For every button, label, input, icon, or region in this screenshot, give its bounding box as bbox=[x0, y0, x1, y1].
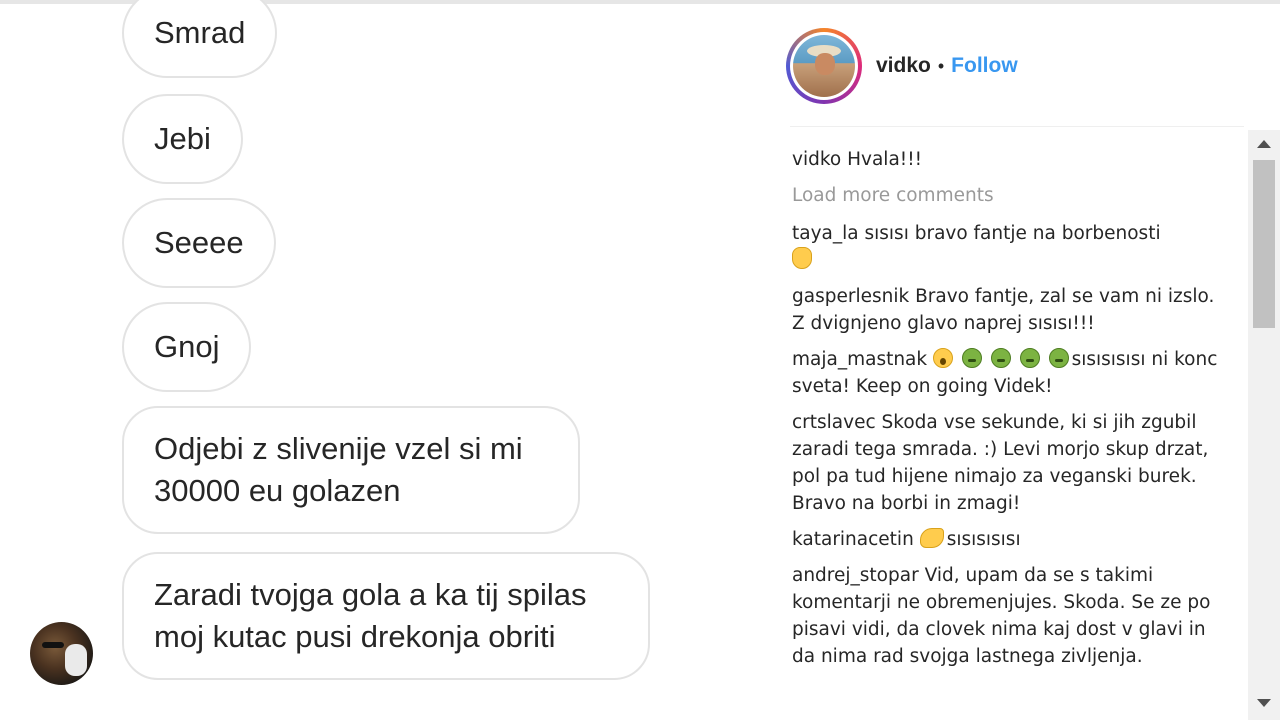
comment-text: sısısısısı bbox=[946, 529, 1021, 550]
comment-username[interactable]: andrej_stopar bbox=[792, 565, 919, 586]
post-panel: vidko • Follow vidko Hvala!!! Load more … bbox=[770, 0, 1280, 720]
nauseated-face-icon bbox=[961, 348, 982, 368]
comment-username[interactable]: katarinacetin bbox=[792, 529, 914, 550]
message-text: Smrad bbox=[154, 15, 246, 50]
message-bubble: Seeee bbox=[122, 198, 276, 288]
message-text: Odjebi z slivenije vzel si mi 30000 eu g… bbox=[154, 431, 523, 508]
scroll-up-arrow-icon[interactable] bbox=[1257, 140, 1271, 148]
comment-text: sısısı bravo fantje na borbenosti bbox=[864, 223, 1161, 244]
comment-item: gasperlesnik Bravo fantje, zal se vam ni… bbox=[792, 283, 1232, 337]
header-divider bbox=[790, 126, 1244, 127]
post-header: vidko • Follow bbox=[786, 28, 1018, 104]
comment-text: Hvala!!! bbox=[847, 149, 923, 170]
comment-item: katarinacetin sısısısısı bbox=[792, 526, 1232, 553]
message-text: Zaradi tvojga gola a ka tij spilas moj k… bbox=[154, 577, 587, 654]
comment-item: maja_mastnak sısısısısı ni konc sveta! K… bbox=[792, 346, 1232, 400]
message-bubble: Zaradi tvojga gola a ka tij spilas moj k… bbox=[122, 552, 650, 680]
comment-item: taya_la sısısı bravo fantje na borbenost… bbox=[792, 220, 1232, 274]
scroll-down-arrow-icon[interactable] bbox=[1257, 699, 1271, 707]
sender-avatar[interactable] bbox=[30, 622, 93, 685]
avatar-glasses bbox=[42, 642, 64, 648]
comments-scrollbar[interactable] bbox=[1248, 130, 1280, 720]
astonished-face-icon bbox=[933, 348, 954, 368]
nauseated-face-icon bbox=[990, 348, 1011, 368]
scroll-thumb[interactable] bbox=[1253, 160, 1275, 328]
comment-username[interactable]: maja_mastnak bbox=[792, 349, 927, 370]
clapping-hands-icon bbox=[792, 247, 812, 269]
comment-username[interactable]: vidko bbox=[792, 149, 841, 170]
follow-button[interactable]: Follow bbox=[951, 54, 1018, 78]
post-username[interactable]: vidko bbox=[876, 54, 931, 78]
profile-avatar[interactable] bbox=[786, 28, 862, 104]
comment-username[interactable]: gasperlesnik bbox=[792, 286, 909, 307]
avatar-shirt bbox=[65, 644, 87, 676]
comment-username[interactable]: crtslavec bbox=[792, 412, 876, 433]
comment-list: vidko Hvala!!! Load more comments taya_l… bbox=[792, 146, 1232, 679]
avatar-photo bbox=[793, 35, 855, 97]
comment-username[interactable]: taya_la bbox=[792, 223, 859, 244]
message-text: Gnoj bbox=[154, 329, 220, 364]
flexed-biceps-icon bbox=[919, 528, 944, 548]
load-more-comments-button[interactable]: Load more comments bbox=[792, 182, 1232, 209]
dm-conversation: Smrad Jebi Seeee Gnoj Odjebi z slivenije… bbox=[0, 0, 760, 720]
nauseated-face-icon bbox=[1048, 348, 1069, 368]
message-bubble: Gnoj bbox=[122, 302, 252, 392]
message-bubble: Smrad bbox=[122, 0, 278, 78]
comment-item: andrej_stopar Vid, upam da se s takimi k… bbox=[792, 562, 1232, 670]
message-text: Jebi bbox=[154, 121, 211, 156]
caption-comment: vidko Hvala!!! bbox=[792, 146, 1232, 173]
message-bubble: Jebi bbox=[122, 94, 243, 184]
comment-item: crtslavec Skoda vse sekunde, ki si jih z… bbox=[792, 409, 1232, 517]
message-text: Seeee bbox=[154, 225, 244, 260]
nauseated-face-icon bbox=[1019, 348, 1040, 368]
separator-dot: • bbox=[937, 55, 945, 76]
message-bubble: Odjebi z slivenije vzel si mi 30000 eu g… bbox=[122, 406, 580, 534]
